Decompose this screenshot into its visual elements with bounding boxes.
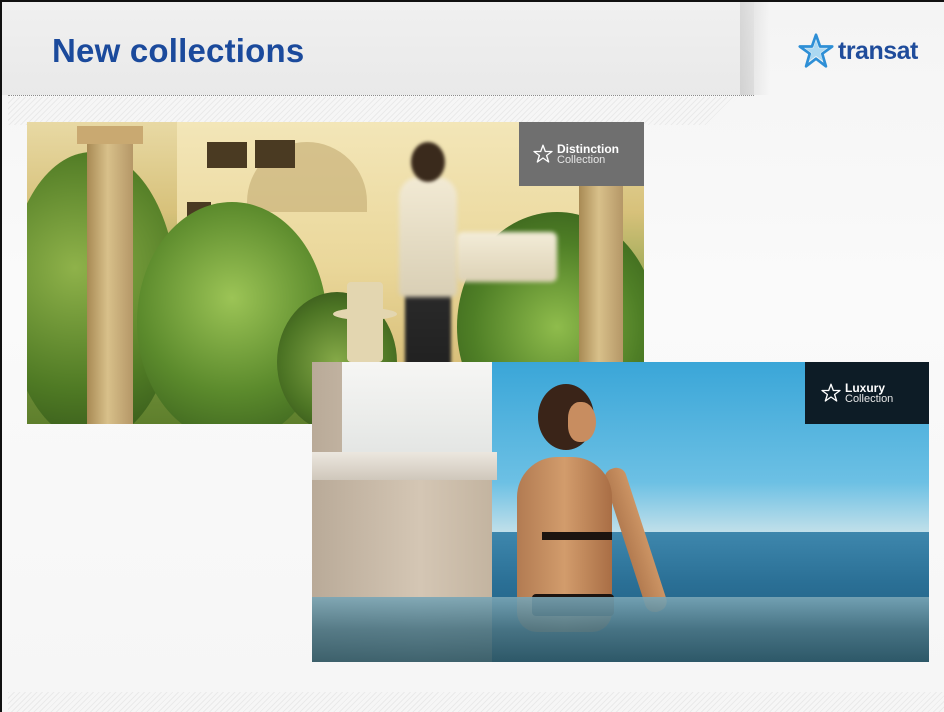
badge-title: Luxury <box>845 380 886 395</box>
photo-window <box>207 142 247 168</box>
transat-logo: transat <box>798 30 928 72</box>
slide: New collections transat Distinction Coll… <box>0 0 944 712</box>
photo-bikini-top <box>542 532 612 540</box>
photo-column-capital <box>77 126 143 144</box>
header-divider <box>8 95 754 96</box>
photo-fountain-basin <box>333 308 397 320</box>
luxury-collection-photo: Luxury Collection <box>312 362 929 662</box>
photo-woman-face <box>568 402 596 442</box>
star-outline-icon <box>821 383 841 402</box>
photo-pool-water <box>312 597 929 662</box>
photo-column <box>87 132 133 424</box>
distinction-collection-badge: Distinction Collection <box>519 122 644 186</box>
photo-window <box>255 140 295 168</box>
badge-subtitle: Collection <box>845 392 894 405</box>
header-shadow <box>740 2 770 95</box>
photo-glass-railing <box>342 362 492 452</box>
photo-waiter-body <box>399 177 457 297</box>
header-hatch <box>8 97 738 125</box>
star-outline-icon <box>533 144 553 163</box>
transat-star-icon <box>798 33 834 68</box>
logo-text: transat <box>838 36 918 65</box>
luxury-collection-badge: Luxury Collection <box>805 362 929 424</box>
photo-fountain <box>347 282 383 362</box>
photo-towel-stack <box>457 232 557 282</box>
photo-waiter-head <box>411 142 445 182</box>
badge-subtitle: Collection <box>557 153 606 166</box>
footer-hatch <box>8 692 944 712</box>
slide-title: New collections <box>52 32 305 69</box>
badge-title: Distinction <box>557 141 619 156</box>
photo-ledge <box>312 452 497 480</box>
